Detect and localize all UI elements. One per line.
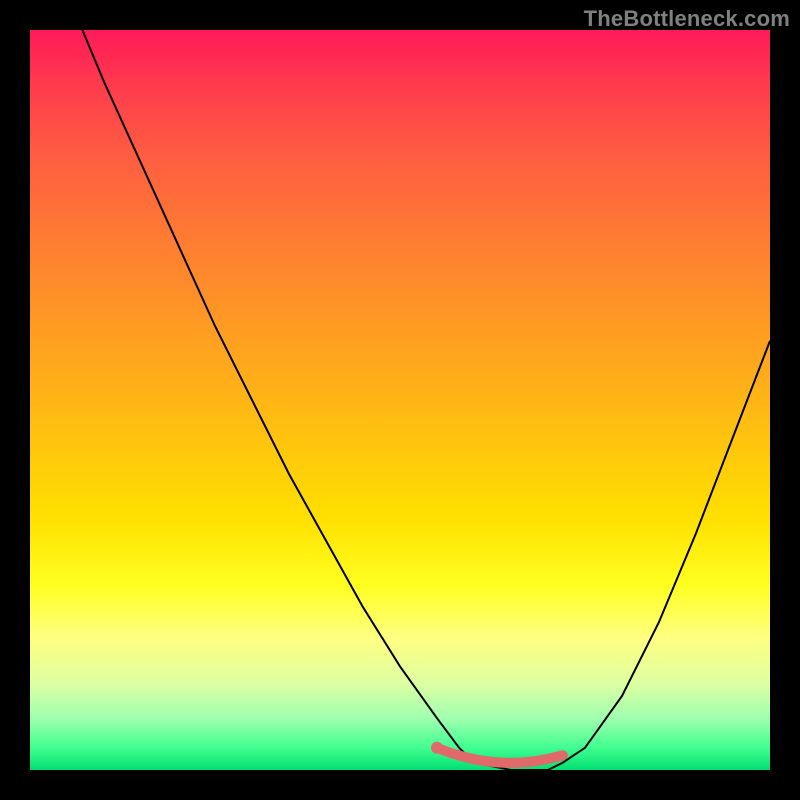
chart-overlay (30, 30, 770, 770)
watermark-text: TheBottleneck.com (584, 6, 790, 32)
optimal-range-highlight (437, 748, 563, 763)
optimal-start-marker (431, 742, 443, 754)
bottleneck-curve-line (30, 30, 770, 770)
bottleneck-chart (30, 30, 770, 770)
